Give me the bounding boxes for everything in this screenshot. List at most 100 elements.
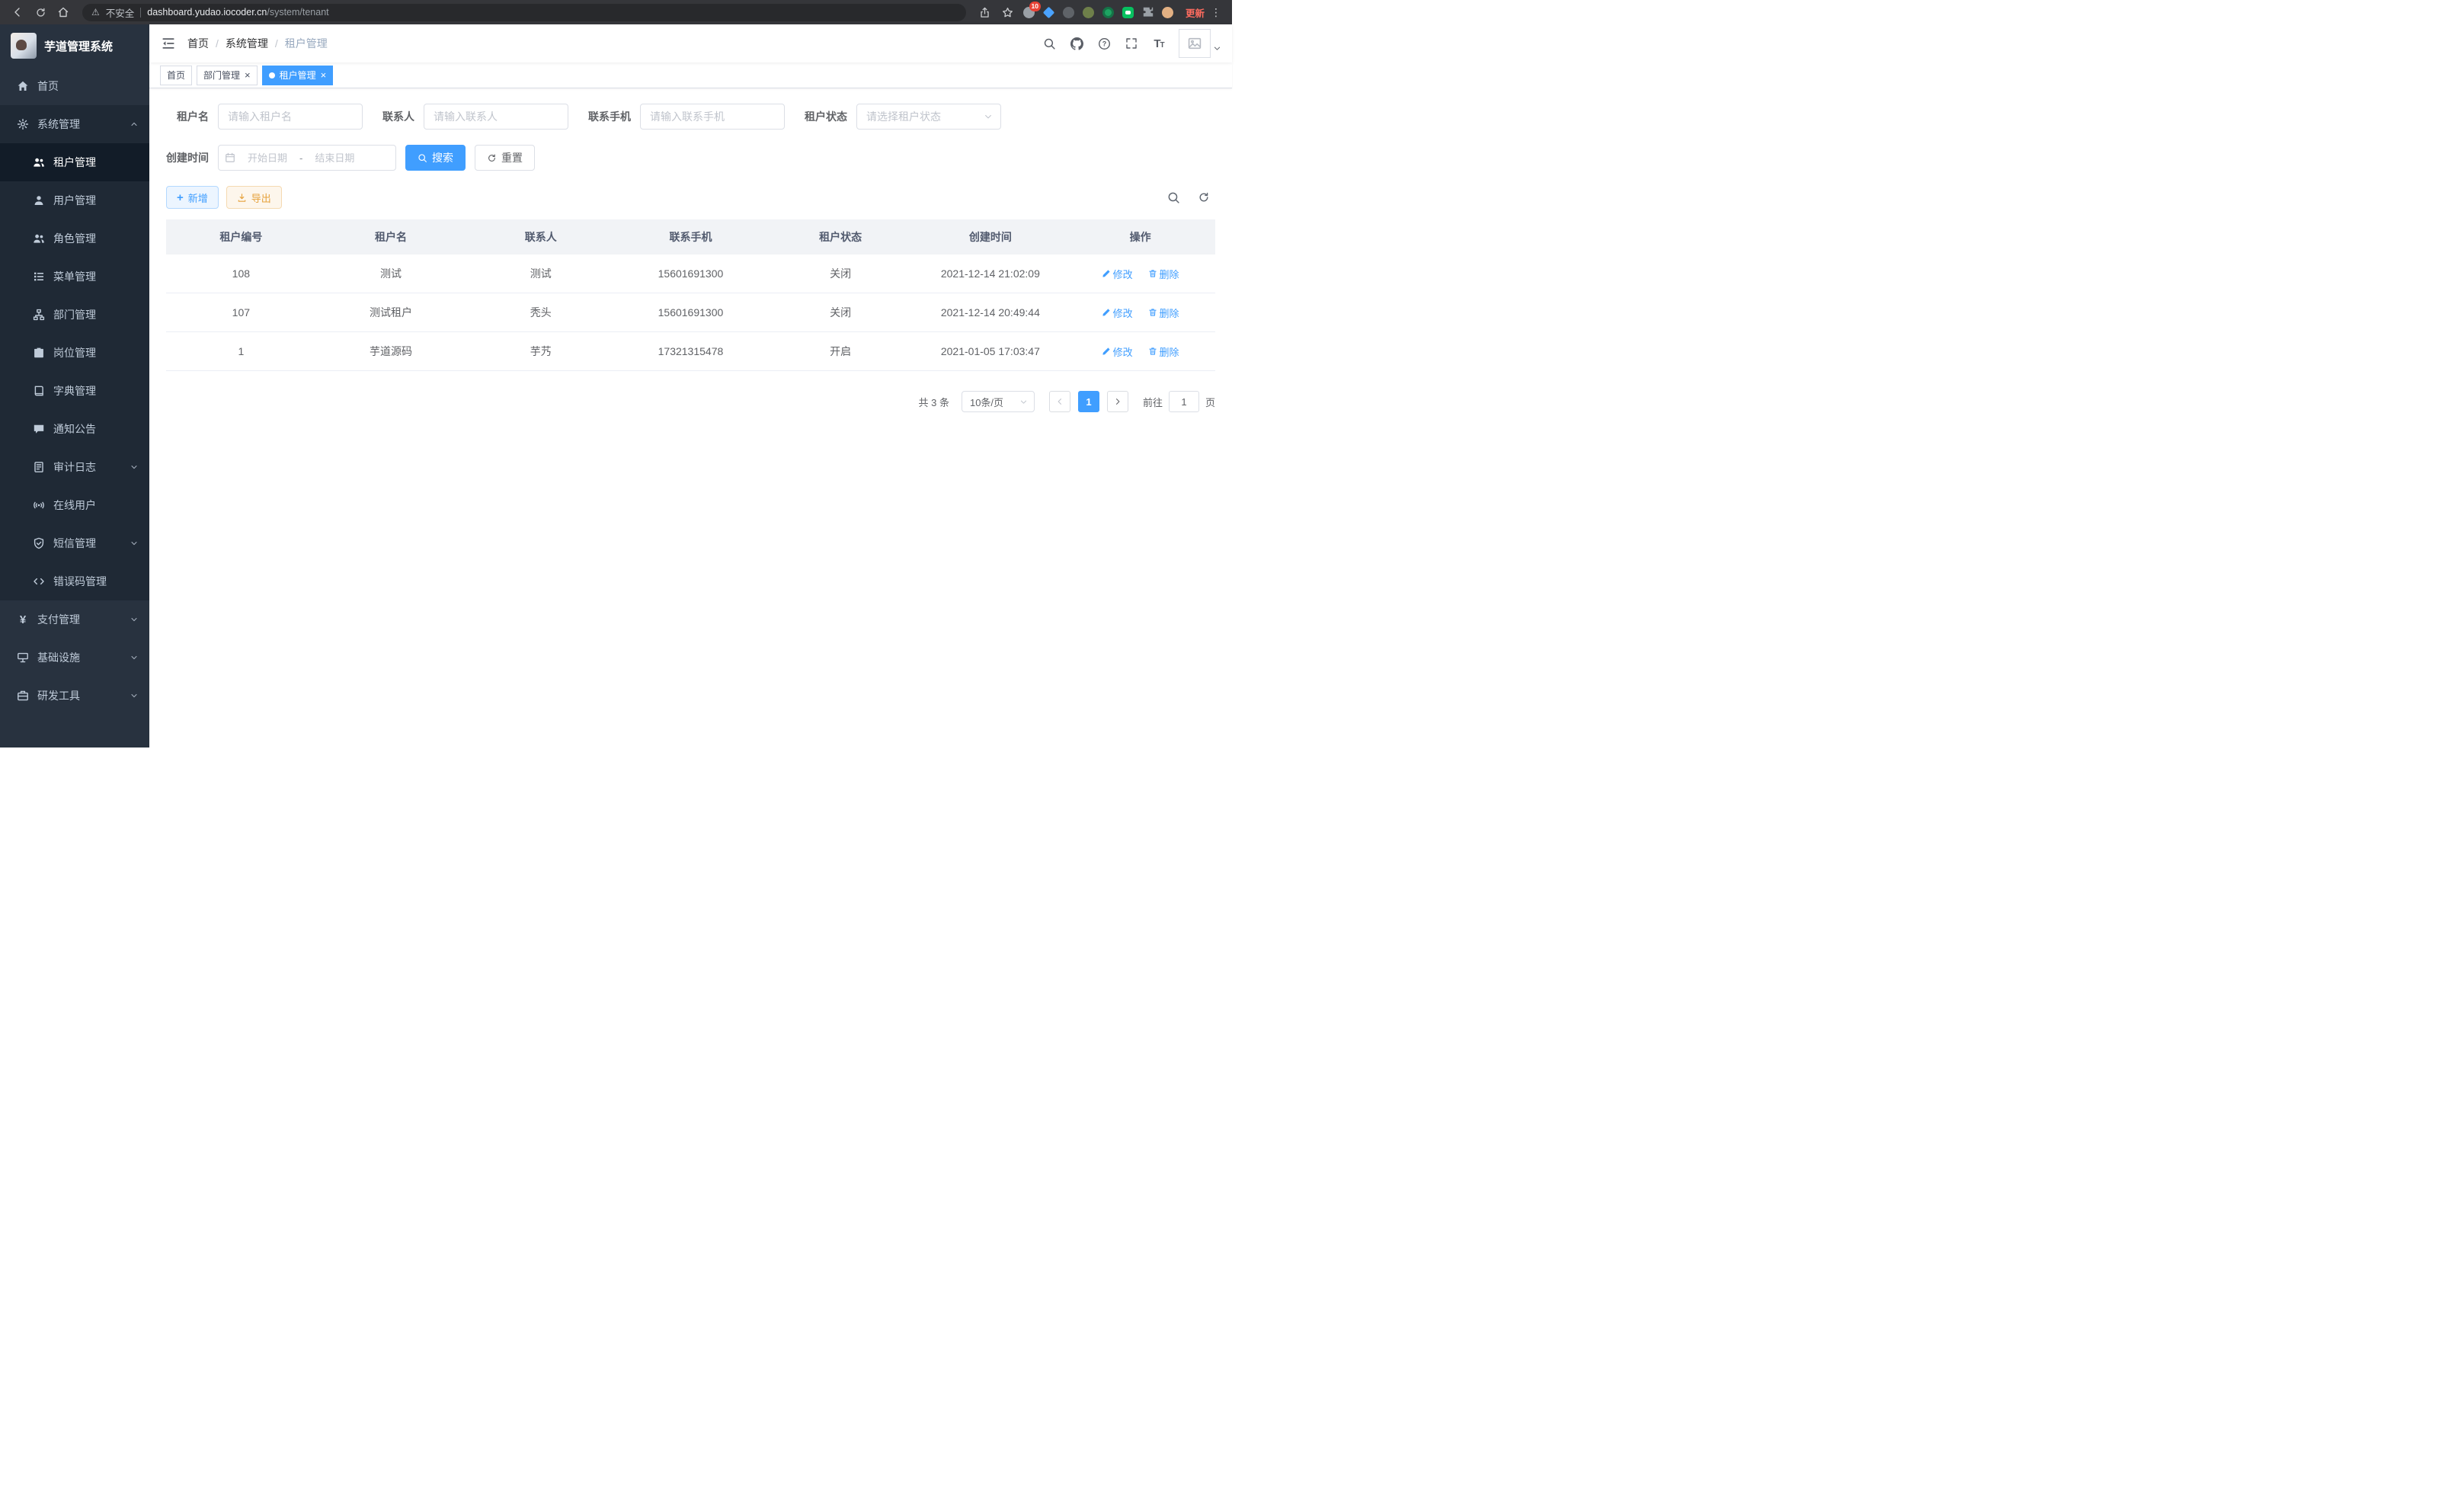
back-icon	[11, 6, 24, 18]
help-button[interactable]: ?	[1090, 30, 1118, 57]
sidebar-item-error-code[interactable]: 错误码管理	[0, 562, 149, 600]
github-button[interactable]	[1063, 30, 1090, 57]
sidebar-item-dict-management[interactable]: 字典管理	[0, 372, 149, 410]
search-button[interactable]: 搜索	[405, 145, 466, 171]
column-header: 租户状态	[766, 219, 916, 255]
address-bar[interactable]: ⚠ 不安全 dashboard.yudao.iocoder.cn/system/…	[82, 4, 966, 21]
sidebar-item-sms-management[interactable]: 短信管理	[0, 524, 149, 562]
edit-link[interactable]: 修改	[1102, 267, 1133, 281]
fullscreen-button[interactable]	[1118, 30, 1145, 57]
browser-menu-icon[interactable]: ⋮	[1208, 6, 1224, 19]
reset-button-label: 重置	[501, 150, 523, 165]
prev-page-button[interactable]	[1049, 391, 1070, 412]
export-button[interactable]: 导出	[226, 186, 282, 209]
delete-link[interactable]: 删除	[1148, 267, 1179, 281]
chevron-up-icon	[130, 120, 139, 129]
sidebar-item-menu-management[interactable]: 菜单管理	[0, 258, 149, 296]
sidebar-item-post-management[interactable]: 岗位管理	[0, 334, 149, 372]
add-button[interactable]: + 新增	[166, 186, 219, 209]
filter-create-time: 创建时间 -	[166, 145, 396, 171]
extension-wechat[interactable]	[1120, 4, 1137, 21]
tab-close-icon[interactable]: ×	[245, 70, 251, 80]
goto-page-input[interactable]	[1169, 391, 1199, 412]
date-start-input[interactable]	[238, 152, 297, 164]
sidebar-item-dev-tools[interactable]: 研发工具	[0, 677, 149, 715]
sidebar-item-role-management[interactable]: 角色管理	[0, 219, 149, 258]
sidebar-item-notice[interactable]: 通知公告	[0, 410, 149, 448]
refresh-table-button[interactable]	[1192, 186, 1215, 209]
sidebar-item-home[interactable]: 首页	[0, 67, 149, 105]
tab-tenant-management[interactable]: 租户管理×	[262, 66, 334, 85]
sidebar-item-tenant-management[interactable]: 租户管理	[0, 143, 149, 181]
extension-green[interactable]	[1100, 4, 1117, 21]
signal-icon	[33, 499, 45, 511]
page-size-select[interactable]: 10条/页	[962, 391, 1035, 412]
extensions-menu[interactable]	[1140, 4, 1157, 21]
reset-button[interactable]: 重置	[475, 145, 535, 171]
chevron-down-icon	[130, 691, 139, 700]
sidebar-item-payment[interactable]: ¥ 支付管理	[0, 600, 149, 639]
edit-link[interactable]: 修改	[1102, 344, 1133, 359]
update-button[interactable]: 更新	[1186, 5, 1205, 20]
pagination-total: 共 3 条	[919, 395, 949, 409]
extension-dark[interactable]	[1061, 4, 1077, 21]
date-range-picker[interactable]: -	[218, 145, 396, 171]
home-button[interactable]	[53, 2, 73, 22]
font-size-button[interactable]: TT	[1145, 30, 1173, 57]
reload-button[interactable]	[30, 2, 50, 22]
status-select[interactable]: 请选择租户状态	[856, 104, 1001, 130]
edit-icon	[1102, 308, 1111, 317]
breadcrumb-home[interactable]: 首页	[187, 36, 209, 51]
extension-adblock[interactable]: 10	[1021, 4, 1038, 21]
refresh-icon	[35, 7, 46, 18]
next-page-button[interactable]	[1107, 391, 1128, 412]
extension-blue[interactable]	[1041, 4, 1058, 21]
table-row: 108 测试 测试 15601691300 关闭 2021-12-14 21:0…	[166, 255, 1215, 293]
delete-link-label: 删除	[1160, 267, 1179, 281]
sidebar-item-infrastructure[interactable]: 基础设施	[0, 639, 149, 677]
tenant-table: 租户编号 租户名 联系人 联系手机 租户状态 创建时间 操作 108 测试 测试	[166, 219, 1215, 371]
toggle-search-button[interactable]	[1162, 186, 1185, 209]
tab-label: 部门管理	[203, 69, 240, 82]
search-icon	[1043, 37, 1056, 50]
browser-profile[interactable]	[1160, 4, 1176, 21]
users-icon	[33, 156, 45, 168]
table-cell: 2021-12-14 21:02:09	[916, 255, 1066, 293]
app-logo[interactable]: 芋道管理系统	[0, 24, 149, 67]
sidebar-item-label: 部门管理	[53, 307, 96, 322]
page-size-value: 10条/页	[970, 395, 1019, 409]
sidebar-item-audit-log[interactable]: 审计日志	[0, 448, 149, 486]
delete-icon	[1148, 347, 1157, 356]
edit-link[interactable]: 修改	[1102, 306, 1133, 320]
back-button[interactable]	[8, 2, 27, 22]
share-button[interactable]	[975, 2, 995, 22]
delete-link-label: 删除	[1160, 306, 1179, 320]
sidebar-item-label: 用户管理	[53, 193, 96, 208]
date-end-input[interactable]	[305, 152, 364, 164]
tenant-name-input[interactable]	[218, 104, 363, 130]
delete-link[interactable]: 删除	[1148, 344, 1179, 359]
caret-down-icon[interactable]	[1213, 43, 1221, 55]
table-cell: 测试租户	[316, 293, 466, 332]
extension-olive[interactable]	[1080, 4, 1097, 21]
bookmark-button[interactable]	[998, 2, 1018, 22]
header-search-button[interactable]	[1035, 30, 1063, 57]
sidebar-item-label: 审计日志	[53, 459, 96, 475]
contact-input[interactable]	[424, 104, 568, 130]
delete-icon	[1148, 308, 1157, 317]
user-avatar[interactable]	[1179, 29, 1211, 58]
tab-dept-management[interactable]: 部门管理 ×	[197, 66, 258, 85]
sidebar-item-system-management[interactable]: 系统管理	[0, 105, 149, 143]
sidebar-item-user-management[interactable]: 用户管理	[0, 181, 149, 219]
phone-input[interactable]	[640, 104, 785, 130]
sidebar-toggle-button[interactable]	[149, 24, 187, 62]
breadcrumb-system[interactable]: 系统管理	[226, 36, 268, 51]
sidebar-item-label: 在线用户	[53, 498, 96, 513]
page-number-button[interactable]: 1	[1078, 391, 1099, 412]
tab-close-icon[interactable]: ×	[321, 70, 327, 80]
edit-link-label: 修改	[1113, 344, 1133, 359]
sidebar-item-dept-management[interactable]: 部门管理	[0, 296, 149, 334]
delete-link[interactable]: 删除	[1148, 306, 1179, 320]
tab-home[interactable]: 首页	[160, 66, 192, 85]
sidebar-item-online-users[interactable]: 在线用户	[0, 486, 149, 524]
